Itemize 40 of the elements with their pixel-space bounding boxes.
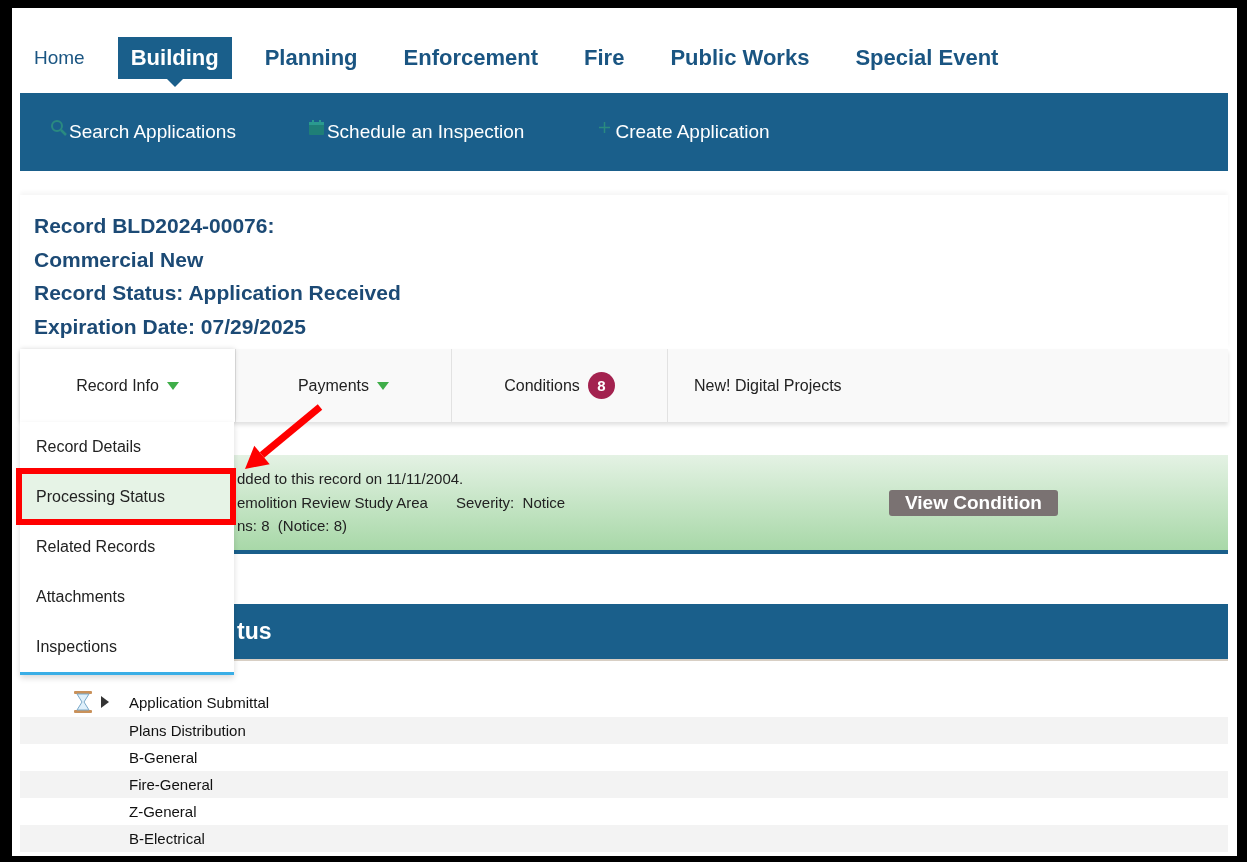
workflow-task: Z-General [129, 803, 197, 820]
record-info-line: Record Status: Application Received [34, 280, 401, 306]
nav-tab[interactable]: Building [117, 37, 232, 79]
tab[interactable]: Conditions 8 [452, 349, 667, 422]
condition-text: Severity: Notice [455, 492, 566, 513]
menu-item[interactable]: Attachments [20, 572, 234, 622]
action-link[interactable]: Schedule an Inspection [307, 121, 525, 143]
tab-pointer-icon [166, 79, 183, 87]
expand-caret-icon[interactable] [101, 696, 109, 708]
section-title: tus [237, 618, 272, 645]
nav-tab[interactable]: Planning [251, 37, 371, 79]
view-condition-button[interactable]: View Condition [889, 489, 1058, 516]
tab[interactable]: New! Digital Projects [668, 349, 854, 422]
condition-text: ns: 8 (Notice: 8) [237, 516, 348, 537]
workflow-task: B-Electrical [129, 830, 205, 847]
action-link[interactable]: Create Application [596, 121, 770, 143]
caret-icon [166, 381, 179, 390]
condition-text: emolition Review Study Area [237, 492, 428, 513]
workflow-task: Application Submittal [129, 693, 270, 711]
workflow-task: B-General [129, 749, 198, 766]
nav-tab[interactable]: Public Works [657, 37, 823, 79]
caret-icon [377, 381, 390, 390]
search-icon [50, 118, 67, 136]
nav-tab[interactable]: Fire [571, 37, 638, 79]
tab[interactable]: Payments [236, 349, 451, 422]
calendar-icon [307, 118, 325, 136]
record-info-line: Expiration Date: 07/29/2025 [34, 313, 306, 340]
nav-tab[interactable]: Home [21, 39, 98, 77]
record-info-line: Record BLD2024-00076: [34, 213, 275, 239]
action-link[interactable]: Search Applications [50, 121, 236, 143]
nav-tab[interactable]: Enforcement [390, 37, 552, 79]
record-info-line: Commercial New [34, 246, 204, 273]
menu-item[interactable]: Related Records [20, 522, 234, 572]
tab[interactable]: Record Info [20, 349, 235, 422]
workflow-task: Plans Distribution [129, 722, 246, 739]
nav-tab[interactable]: Special Event [842, 37, 1012, 79]
menu-item[interactable]: Inspections [20, 622, 234, 672]
count-badge: 8 [587, 372, 615, 399]
workflow-task: Fire-General [129, 776, 214, 793]
condition-text: dded to this record on 11/11/2004. [237, 469, 464, 490]
